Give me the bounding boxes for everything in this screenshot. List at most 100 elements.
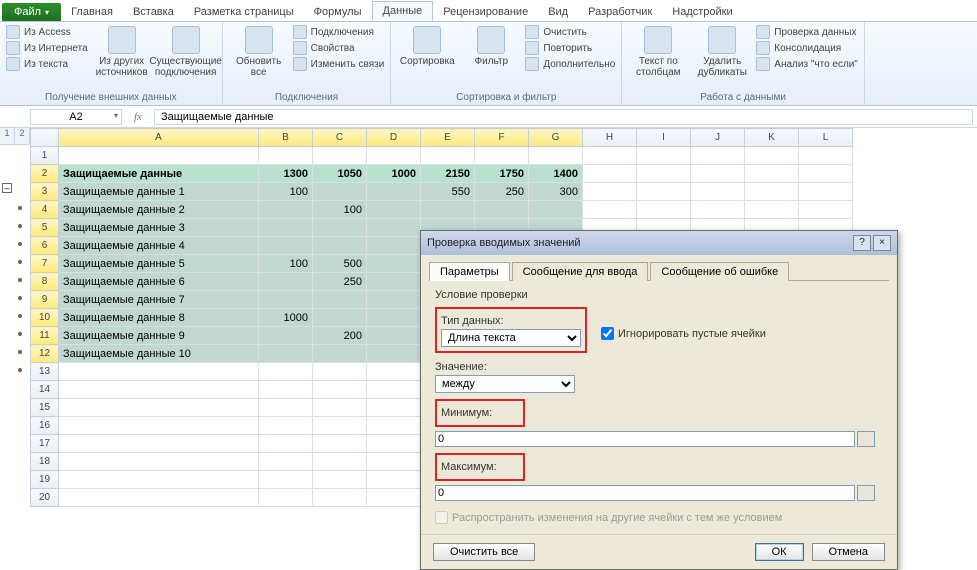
col-header-C[interactable]: C xyxy=(313,129,367,147)
cell[interactable] xyxy=(313,435,367,453)
ribbon-item[interactable]: Анализ "что если" xyxy=(756,56,858,72)
cell[interactable] xyxy=(259,237,313,255)
col-header-D[interactable]: D xyxy=(367,129,421,147)
cell[interactable]: Защищаемые данные 7 xyxy=(59,291,259,309)
col-header-K[interactable]: K xyxy=(745,129,799,147)
dialog-tab[interactable]: Параметры xyxy=(429,262,510,281)
row-header-9[interactable]: 9 xyxy=(31,291,59,309)
cell[interactable]: 100 xyxy=(259,183,313,201)
cell[interactable] xyxy=(259,147,313,165)
dialog-tab[interactable]: Сообщение для ввода xyxy=(512,262,649,281)
row-header-3[interactable]: 3 xyxy=(31,183,59,201)
cell[interactable] xyxy=(59,471,259,489)
tab-формулы[interactable]: Формулы xyxy=(304,3,372,21)
cell[interactable] xyxy=(259,363,313,381)
row-header-1[interactable]: 1 xyxy=(31,147,59,165)
cell[interactable] xyxy=(313,399,367,417)
row-header-11[interactable]: 11 xyxy=(31,327,59,345)
cell[interactable] xyxy=(529,201,583,219)
close-button[interactable]: × xyxy=(873,235,891,251)
cell[interactable] xyxy=(367,489,421,507)
cell[interactable] xyxy=(421,147,475,165)
ribbon-button[interactable]: Из других источников xyxy=(92,24,152,80)
cell[interactable] xyxy=(313,183,367,201)
cell[interactable] xyxy=(259,489,313,507)
ribbon-button[interactable]: Текст по столбцам xyxy=(628,24,688,80)
row-header-13[interactable]: 13 xyxy=(31,363,59,381)
row-header-18[interactable]: 18 xyxy=(31,453,59,471)
col-header-A[interactable]: A xyxy=(59,129,259,147)
col-header-E[interactable]: E xyxy=(421,129,475,147)
col-header-J[interactable]: J xyxy=(691,129,745,147)
cell[interactable] xyxy=(475,201,529,219)
row-header-7[interactable]: 7 xyxy=(31,255,59,273)
cell[interactable]: Защищаемые данные 4 xyxy=(59,237,259,255)
cell[interactable]: 1300 xyxy=(259,165,313,183)
row-header-6[interactable]: 6 xyxy=(31,237,59,255)
cell[interactable] xyxy=(367,201,421,219)
fx-icon[interactable]: fx xyxy=(126,111,150,123)
cell[interactable]: 250 xyxy=(475,183,529,201)
cell[interactable]: Защищаемые данные 6 xyxy=(59,273,259,291)
cell[interactable] xyxy=(637,183,691,201)
outline-collapse-icon[interactable]: – xyxy=(2,183,12,193)
cell[interactable] xyxy=(367,399,421,417)
cell[interactable] xyxy=(259,327,313,345)
cell[interactable]: Защищаемые данные 10 xyxy=(59,345,259,363)
cell[interactable] xyxy=(259,381,313,399)
cell[interactable] xyxy=(313,291,367,309)
tab-разработчик[interactable]: Разработчик xyxy=(578,3,662,21)
cell[interactable]: 1050 xyxy=(313,165,367,183)
cell[interactable]: 1400 xyxy=(529,165,583,183)
cell[interactable] xyxy=(259,201,313,219)
row-header-12[interactable]: 12 xyxy=(31,345,59,363)
cell[interactable] xyxy=(583,201,637,219)
cancel-button[interactable]: Отмена xyxy=(812,543,885,561)
ribbon-item[interactable]: Очистить xyxy=(525,24,615,40)
cell[interactable]: 200 xyxy=(313,327,367,345)
col-header-L[interactable]: L xyxy=(799,129,853,147)
cell[interactable] xyxy=(367,255,421,273)
ribbon-item[interactable]: Дополнительно xyxy=(525,56,615,72)
row-header-17[interactable]: 17 xyxy=(31,435,59,453)
cell[interactable]: Защищаемые данные 2 xyxy=(59,201,259,219)
row-header-19[interactable]: 19 xyxy=(31,471,59,489)
cell[interactable] xyxy=(475,147,529,165)
cell[interactable] xyxy=(421,201,475,219)
ribbon-button[interactable]: Фильтр xyxy=(461,24,521,69)
row-header-15[interactable]: 15 xyxy=(31,399,59,417)
cell[interactable] xyxy=(799,165,853,183)
cell[interactable] xyxy=(745,201,799,219)
ribbon-item[interactable]: Консолидация xyxy=(756,40,858,56)
cell[interactable]: 550 xyxy=(421,183,475,201)
cell[interactable]: 1000 xyxy=(259,309,313,327)
cell[interactable] xyxy=(259,471,313,489)
ribbon-item[interactable]: Изменить связи xyxy=(293,56,385,72)
ribbon-item[interactable]: Из текста xyxy=(6,56,88,72)
cell[interactable] xyxy=(367,273,421,291)
cell[interactable] xyxy=(313,363,367,381)
cell[interactable]: 100 xyxy=(259,255,313,273)
tab-рецензирование[interactable]: Рецензирование xyxy=(433,3,538,21)
cell[interactable]: Защищаемые данные 1 xyxy=(59,183,259,201)
cell[interactable] xyxy=(259,399,313,417)
cell[interactable] xyxy=(691,147,745,165)
cell[interactable] xyxy=(59,399,259,417)
cell[interactable] xyxy=(691,183,745,201)
cell[interactable] xyxy=(367,435,421,453)
col-header-F[interactable]: F xyxy=(475,129,529,147)
cell[interactable] xyxy=(59,453,259,471)
col-header-G[interactable]: G xyxy=(529,129,583,147)
dialog-titlebar[interactable]: Проверка вводимых значений ? × xyxy=(421,231,897,255)
col-header-I[interactable]: I xyxy=(637,129,691,147)
cell[interactable]: 500 xyxy=(313,255,367,273)
cell[interactable] xyxy=(59,147,259,165)
tab-разметка страницы[interactable]: Разметка страницы xyxy=(184,3,304,21)
outline-level-2[interactable]: 2 xyxy=(15,128,30,144)
ok-button[interactable]: ОК xyxy=(755,543,804,561)
cell[interactable] xyxy=(367,471,421,489)
ribbon-item[interactable]: Повторить xyxy=(525,40,615,56)
name-box[interactable]: A2 xyxy=(30,109,122,125)
cell[interactable] xyxy=(637,147,691,165)
row-header-20[interactable]: 20 xyxy=(31,489,59,507)
